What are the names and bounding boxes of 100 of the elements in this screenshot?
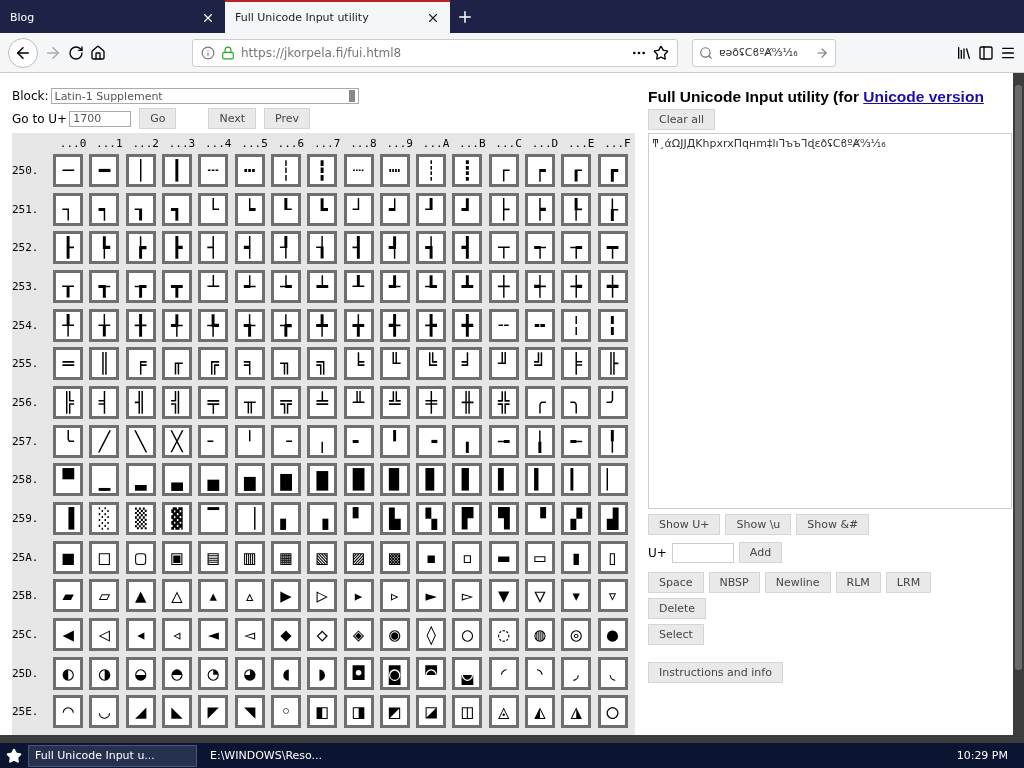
character-button[interactable]: ╘: [343, 347, 374, 381]
character-button[interactable]: ╟: [597, 347, 628, 381]
character-button[interactable]: ╰: [53, 424, 84, 458]
character-button[interactable]: ━: [89, 153, 120, 187]
character-button[interactable]: ◍: [525, 618, 555, 652]
character-button[interactable]: ◝: [525, 656, 555, 690]
sidebar-icon[interactable]: [978, 44, 994, 61]
character-button[interactable]: ╺: [416, 424, 447, 458]
character-button[interactable]: ▨: [343, 540, 374, 574]
character-button[interactable]: ╬: [488, 385, 519, 419]
character-button[interactable]: ┖: [270, 192, 301, 226]
character-button[interactable]: ◂: [125, 618, 156, 652]
character-button[interactable]: ┑: [89, 192, 120, 226]
character-button[interactable]: ▵: [234, 579, 265, 613]
character-button[interactable]: ◐: [53, 656, 84, 690]
character-button[interactable]: ▯: [597, 540, 628, 574]
character-button[interactable]: ┛: [452, 192, 483, 226]
character-button[interactable]: ◤: [198, 695, 229, 729]
character-button[interactable]: ┝: [525, 192, 555, 226]
character-button[interactable]: ┾: [561, 269, 592, 303]
character-button[interactable]: ◬: [488, 695, 519, 729]
character-button[interactable]: ◗: [307, 656, 338, 690]
character-button[interactable]: ┨: [343, 231, 374, 265]
insert-button[interactable]: RLM: [835, 572, 881, 593]
character-button[interactable]: ╾: [561, 424, 592, 458]
character-button[interactable]: ◅: [234, 618, 265, 652]
character-button[interactable]: ▴: [198, 579, 229, 613]
character-button[interactable]: █: [343, 463, 374, 497]
character-button[interactable]: ◃: [162, 618, 193, 652]
character-button[interactable]: ┩: [379, 231, 410, 265]
character-button[interactable]: ▂: [125, 463, 156, 497]
character-button[interactable]: ◁: [89, 618, 120, 652]
character-button[interactable]: ▲: [125, 579, 156, 613]
character-button[interactable]: ◡: [89, 695, 120, 729]
character-button[interactable]: ▛: [452, 502, 483, 536]
character-button[interactable]: ▖: [270, 502, 301, 536]
character-button[interactable]: ▔: [198, 502, 229, 536]
character-button[interactable]: ◞: [561, 656, 592, 690]
character-button[interactable]: ┇: [307, 153, 338, 187]
character-button[interactable]: ◫: [452, 695, 483, 729]
character-button[interactable]: ◇: [307, 618, 338, 652]
character-button[interactable]: ╮: [561, 385, 592, 419]
arrow-icon[interactable]: [815, 45, 829, 60]
star-icon[interactable]: [653, 44, 669, 61]
character-button[interactable]: ▕: [234, 502, 265, 536]
character-button[interactable]: △: [162, 579, 193, 613]
character-button[interactable]: ┓: [162, 192, 193, 226]
character-button[interactable]: ┼: [488, 269, 519, 303]
taskbar-item[interactable]: Full Unicode Input u...: [28, 744, 197, 767]
character-button[interactable]: ╤: [198, 385, 229, 419]
character-button[interactable]: ╌: [488, 308, 519, 342]
character-button[interactable]: ◨: [343, 695, 374, 729]
version-link[interactable]: Unicode version: [863, 88, 984, 105]
character-button[interactable]: ┊: [416, 153, 447, 187]
character-button[interactable]: ┹: [379, 269, 410, 303]
character-button[interactable]: ◢: [125, 695, 156, 729]
character-button[interactable]: ┍: [525, 153, 555, 187]
character-button[interactable]: ╝: [525, 347, 555, 381]
character-button[interactable]: ▸: [343, 579, 374, 613]
character-button[interactable]: ┵: [234, 269, 265, 303]
nav-button[interactable]: Go: [139, 108, 177, 129]
text-area[interactable]: ͳ¸άΩJJДKhpxrxПqʜm‡lıᒣъъᒣɖɛðʢϹϐºȺ⁰⁄₃¹⁄₁₆: [648, 133, 1012, 509]
character-button[interactable]: ┧: [307, 231, 338, 265]
character-button[interactable]: ▄: [198, 463, 229, 497]
character-button[interactable]: ╙: [379, 347, 410, 381]
character-button[interactable]: ▟: [597, 502, 628, 536]
character-button[interactable]: ╧: [307, 385, 338, 419]
character-button[interactable]: ▦: [270, 540, 301, 574]
character-button[interactable]: ▋: [452, 463, 483, 497]
character-button[interactable]: ┆: [270, 153, 301, 187]
character-button[interactable]: ▷: [307, 579, 338, 613]
character-button[interactable]: ╼: [488, 424, 519, 458]
character-button[interactable]: ╍: [525, 308, 555, 342]
character-button[interactable]: ╭: [525, 385, 555, 419]
character-button[interactable]: ┗: [307, 192, 338, 226]
character-button[interactable]: ▰: [53, 579, 84, 613]
character-button[interactable]: ┙: [379, 192, 410, 226]
character-button[interactable]: └: [198, 192, 229, 226]
character-button[interactable]: ◘: [343, 656, 374, 690]
character-button[interactable]: ◚: [416, 656, 447, 690]
character-button[interactable]: ▻: [452, 579, 483, 613]
character-button[interactable]: ┣: [162, 231, 193, 265]
insert-button[interactable]: Newline: [764, 572, 831, 593]
character-button[interactable]: ╻: [452, 424, 483, 458]
character-button[interactable]: ┺: [416, 269, 447, 303]
character-button[interactable]: ┤: [198, 231, 229, 265]
character-button[interactable]: ▩: [379, 540, 410, 574]
character-button[interactable]: ╡: [89, 385, 120, 419]
address-bar[interactable]: https://jkorpela.fi/fui.html8: [192, 38, 678, 67]
character-button[interactable]: ╩: [379, 385, 410, 419]
character-button[interactable]: ◦: [270, 695, 301, 729]
back-button[interactable]: [8, 37, 38, 68]
block-select[interactable]: Latin-1 Supplement: [50, 88, 359, 104]
character-button[interactable]: ╴: [198, 424, 229, 458]
character-button[interactable]: ■: [53, 540, 84, 574]
character-button[interactable]: ◥: [234, 695, 265, 729]
character-button[interactable]: ┬: [488, 231, 519, 265]
character-button[interactable]: ┦: [270, 231, 301, 265]
code-input[interactable]: [671, 542, 734, 563]
character-button[interactable]: ╳: [162, 424, 193, 458]
